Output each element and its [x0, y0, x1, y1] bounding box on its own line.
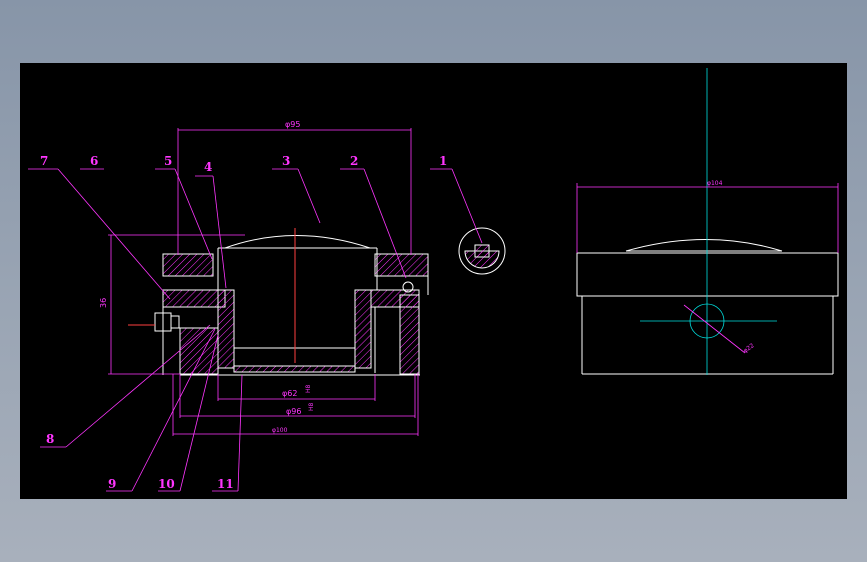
part-label-8: 8 [46, 432, 54, 446]
part-label-9: 9 [108, 477, 116, 491]
dimension-lines [108, 128, 419, 436]
detail-circle [458, 227, 506, 275]
part-label-6: 6 [90, 154, 98, 168]
front-section-view: 1 2 3 4 5 6 7 8 9 10 11 φ95 36 φ62 H8 φ9… [28, 120, 506, 492]
part-label-1: 1 [439, 154, 447, 168]
cad-drawing-canvas: 1 2 3 4 5 6 7 8 9 10 11 φ95 36 φ62 H8 φ9… [20, 63, 847, 499]
dim-top-width: φ95 [285, 120, 300, 129]
side-fitting [128, 312, 180, 332]
dim-side-width: φ104 [707, 180, 723, 187]
dim-bottom-width: φ100 [272, 427, 288, 434]
part-label-4: 4 [204, 160, 212, 174]
part-label-7: 7 [40, 154, 48, 168]
dim-inner-bore-tol: H8 [305, 384, 312, 393]
side-view: φ104 φ22 [576, 68, 839, 375]
dim-inner-bore: φ62 [282, 389, 297, 398]
dim-mid-width-tol: H8 [308, 402, 315, 411]
dim-mid-width: φ96 [286, 407, 301, 416]
part-label-10: 10 [158, 477, 175, 491]
part-labels: 1 2 3 4 5 6 7 8 9 10 11 [40, 154, 447, 491]
part-label-11: 11 [217, 477, 234, 491]
dim-height: 36 [99, 298, 108, 308]
part-label-5: 5 [164, 154, 172, 168]
center-lines [640, 68, 777, 375]
dim-side-hole: φ22 [742, 342, 756, 354]
cad-drawing: 1 2 3 4 5 6 7 8 9 10 11 φ95 36 φ62 H8 φ9… [28, 68, 839, 492]
part-label-2: 2 [350, 154, 358, 168]
part-label-3: 3 [282, 154, 290, 168]
side-view-outline [576, 239, 839, 375]
side-dimension-lines [576, 183, 839, 354]
